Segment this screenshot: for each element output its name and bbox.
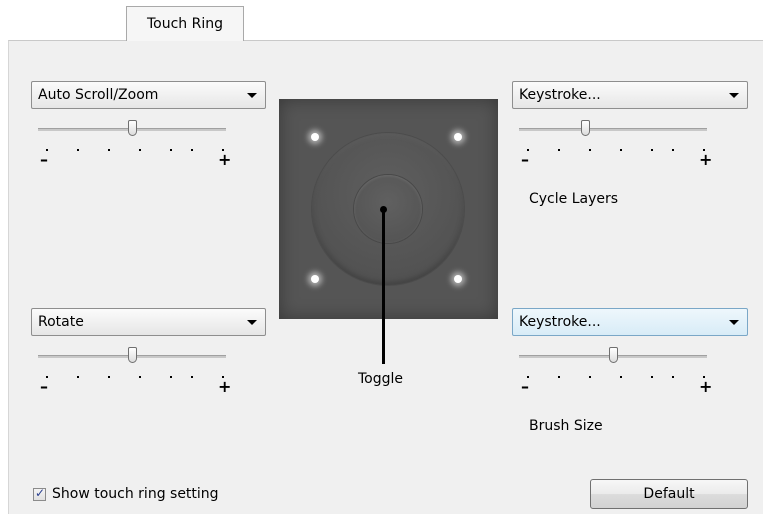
slider-left-top[interactable]: – + (38, 118, 232, 176)
caption-brush-size: Brush Size (529, 418, 603, 434)
slider-tick (191, 149, 193, 151)
dropdown-left-bottom[interactable]: Rotate (31, 308, 266, 336)
dropdown-right-top-value: Keystroke... (519, 87, 601, 103)
slider-tick (108, 149, 110, 151)
slider-tick (589, 149, 591, 151)
slider-track (519, 128, 707, 131)
slider-tick (558, 376, 560, 378)
slider-tick (77, 376, 79, 378)
slider-minus-label: – (40, 377, 48, 396)
led-indicator (311, 133, 319, 141)
slider-thumb[interactable] (128, 120, 137, 136)
caption-cycle-layers: Cycle Layers (529, 191, 619, 207)
slider-minus-label: – (521, 150, 529, 169)
chevron-down-icon (247, 320, 257, 325)
slider-tick (170, 149, 172, 151)
slider-plus-label: + (699, 377, 713, 396)
toggle-leader-line (382, 209, 385, 364)
dropdown-right-bottom[interactable]: Keystroke... (512, 308, 748, 336)
toggle-label: Toggle (358, 371, 404, 387)
led-indicator (311, 275, 319, 283)
slider-minus-label: – (40, 150, 48, 169)
slider-tick (191, 376, 193, 378)
slider-thumb[interactable] (609, 347, 618, 363)
slider-minus-label: – (521, 377, 529, 396)
dropdown-left-bottom-value: Rotate (38, 314, 84, 330)
slider-thumb[interactable] (128, 347, 137, 363)
dropdown-right-bottom-value: Keystroke... (519, 314, 601, 330)
slider-tick (139, 149, 141, 151)
dropdown-left-top-value: Auto Scroll/Zoom (38, 87, 159, 103)
slider-plus-label: + (218, 377, 232, 396)
tab-touch-ring[interactable]: Touch Ring (126, 6, 244, 41)
slider-tick (620, 149, 622, 151)
slider-tick (139, 376, 141, 378)
slider-left-bottom[interactable]: – + (38, 345, 232, 403)
slider-tick (620, 376, 622, 378)
led-indicator (454, 275, 462, 283)
slider-plus-label: + (699, 150, 713, 169)
show-touch-ring-checkbox[interactable]: ✓ (33, 486, 46, 501)
slider-tick (651, 149, 653, 151)
dropdown-left-top[interactable]: Auto Scroll/Zoom (31, 81, 266, 109)
dropdown-right-top[interactable]: Keystroke... (512, 81, 748, 109)
slider-thumb[interactable] (580, 120, 590, 136)
slider-plus-label: + (218, 150, 232, 169)
checkmark-icon: ✓ (35, 486, 46, 500)
chevron-down-icon (729, 93, 739, 98)
slider-right-top[interactable]: – + (519, 118, 713, 176)
slider-tick (651, 376, 653, 378)
touch-ring-image (279, 99, 498, 319)
slider-tick (170, 376, 172, 378)
slider-tick (589, 376, 591, 378)
checkbox-label: Show touch ring setting (52, 486, 219, 502)
slider-tick (672, 149, 674, 151)
slider-tick (558, 149, 560, 151)
slider-right-bottom[interactable]: – + (519, 345, 713, 403)
led-indicator (454, 133, 462, 141)
touch-ring-center-button (354, 175, 422, 243)
chevron-down-icon (247, 93, 257, 98)
default-button[interactable]: Default (590, 479, 748, 509)
slider-tick (77, 149, 79, 151)
slider-tick (108, 376, 110, 378)
slider-tick (672, 376, 674, 378)
chevron-down-icon (729, 320, 739, 325)
